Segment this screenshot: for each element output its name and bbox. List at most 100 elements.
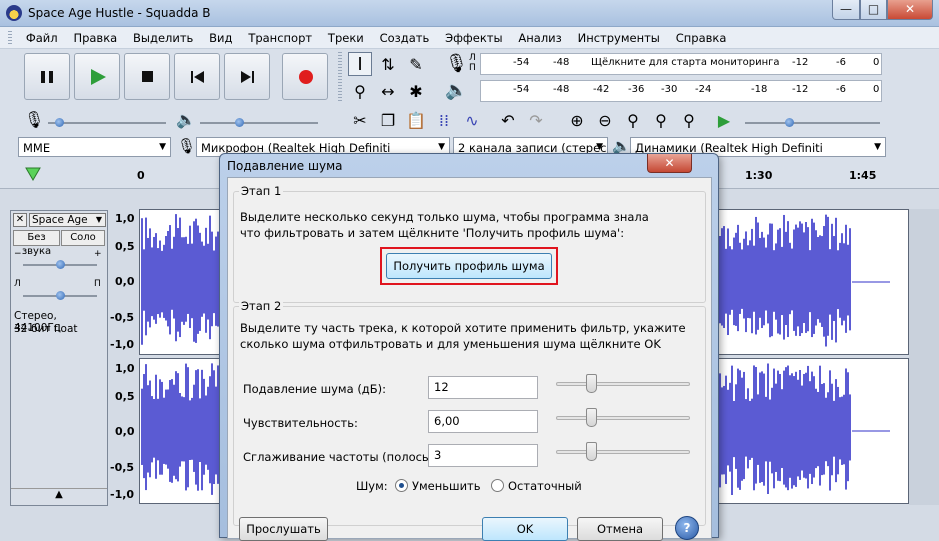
track-pan-thumb[interactable] — [56, 291, 65, 300]
menu-transport[interactable]: Транспорт — [242, 27, 318, 45]
redo-button[interactable]: ↷ — [524, 108, 548, 132]
channel-1-scale[interactable]: 1,0 0,5 0,0 -0,5 -1,0 — [110, 210, 138, 354]
track-gain-thumb[interactable] — [56, 260, 65, 269]
meter-tick: -54 — [513, 57, 530, 68]
playback-meter[interactable]: -54 -48 -42 -36 -30 -24 -18 -12 -6 0 — [480, 80, 882, 102]
menu-view[interactable]: Вид — [203, 27, 238, 45]
copy-button[interactable]: ❐ — [376, 108, 400, 132]
paste-icon: 📋 — [406, 110, 426, 130]
noise-reduction-db-input[interactable]: 12 — [428, 376, 538, 399]
zoom-tool[interactable]: ⚲ — [348, 79, 372, 103]
play-at-speed-button[interactable]: ▶ — [712, 108, 736, 132]
microphone-icon: 🎙 — [177, 137, 197, 155]
track-name-menu[interactable]: Space Age ▼ — [29, 213, 106, 227]
input-volume-thumb[interactable] — [55, 118, 64, 127]
noise-reduce-radio-label[interactable]: Уменьшить — [412, 478, 481, 494]
record-button[interactable] — [282, 53, 328, 100]
play-at-speed-icon: ▶ — [717, 110, 731, 130]
menu-help[interactable]: Справка — [670, 27, 733, 45]
frequency-smoothing-thumb[interactable] — [586, 442, 597, 461]
mute-button[interactable]: Без звука — [13, 230, 60, 257]
play-speed-thumb[interactable] — [785, 118, 794, 127]
sensitivity-thumb[interactable] — [586, 408, 597, 427]
draw-tool[interactable]: ✎ — [404, 52, 428, 76]
sensitivity-slider[interactable] — [556, 416, 690, 420]
trim-button[interactable]: ⁞⁞ — [432, 108, 456, 132]
dialog-close-button[interactable]: ✕ — [647, 154, 692, 173]
zoom-out-button[interactable]: ⊖ — [593, 108, 617, 132]
scale-label: 1,0 — [115, 212, 135, 225]
envelope-tool[interactable]: ⇅ — [376, 52, 400, 76]
zoom-toggle-button[interactable]: ⚲ — [677, 108, 701, 132]
minimize-button[interactable]: — — [832, 0, 860, 20]
paste-button[interactable]: 📋 — [404, 108, 428, 132]
pause-button[interactable] — [24, 53, 70, 100]
fit-selection-icon: ⚲ — [627, 110, 639, 130]
frequency-smoothing-input[interactable]: 3 — [428, 444, 538, 467]
skip-start-button[interactable] — [174, 53, 220, 100]
fit-selection-button[interactable]: ⚲ — [621, 108, 645, 132]
audio-host-select[interactable]: MME ▼ — [18, 137, 171, 157]
maximize-button[interactable]: □ — [860, 0, 887, 20]
pin-play-head-button[interactable] — [24, 166, 42, 187]
skip-end-button[interactable] — [224, 53, 270, 100]
preview-button[interactable]: Прослушать — [239, 517, 328, 541]
recording-meter[interactable]: -54 -48 Щёлкните для старта мониторинга … — [480, 53, 882, 75]
noise-reduction-db-thumb[interactable] — [586, 374, 597, 393]
track-close-button[interactable]: ✕ — [13, 213, 27, 227]
menu-select[interactable]: Выделить — [127, 27, 199, 45]
frequency-smoothing-slider[interactable] — [556, 450, 690, 454]
multi-tool[interactable]: ✱ — [404, 79, 428, 103]
meter-left-label: Л — [469, 53, 476, 63]
record-icon — [299, 70, 313, 84]
sensitivity-input[interactable]: 6,00 — [428, 410, 538, 433]
selection-tool[interactable]: I — [348, 52, 372, 76]
menu-generate[interactable]: Создать — [374, 27, 436, 45]
meter-right-label: П — [469, 63, 476, 73]
channel-2-scale[interactable]: 1,0 0,5 0,0 -0,5 -1,0 — [110, 360, 138, 504]
audacity-app-icon — [6, 5, 22, 21]
menu-grip — [8, 31, 12, 45]
meter-tick: -42 — [593, 84, 610, 95]
menu-edit[interactable]: Правка — [67, 27, 123, 45]
zoom-in-button[interactable]: ⊕ — [565, 108, 589, 132]
play-button[interactable] — [74, 53, 120, 100]
step-1-title: Этап 1 — [239, 184, 284, 198]
noise-residue-radio-label[interactable]: Остаточный — [508, 478, 582, 494]
step-1-text-line1: Выделите несколько секунд только шума, ч… — [240, 210, 649, 224]
collapse-track-button[interactable]: ▲ — [11, 488, 107, 504]
solo-button[interactable]: Соло — [61, 230, 105, 246]
menu-effects[interactable]: Эффекты — [439, 27, 509, 45]
help-button[interactable]: ? — [675, 516, 699, 540]
input-volume-slider[interactable] — [48, 122, 166, 124]
fit-project-button[interactable]: ⚲ — [649, 108, 673, 132]
noise-reduce-radio[interactable] — [395, 479, 408, 492]
cut-button[interactable]: ✂ — [348, 108, 372, 132]
microphone-icon[interactable]: 🎙 — [445, 53, 468, 74]
speaker-icon[interactable]: 🔈 — [445, 80, 467, 101]
menu-tracks[interactable]: Треки — [322, 27, 370, 45]
pan-left-label: Л — [14, 279, 21, 289]
menu-analyze[interactable]: Анализ — [512, 27, 567, 45]
undo-button[interactable]: ↶ — [496, 108, 520, 132]
menu-tools[interactable]: Инструменты — [572, 27, 666, 45]
noise-reduction-dialog[interactable]: Подавление шума ✕ Этап 1 Выделите нескол… — [219, 153, 719, 541]
timeline-label: 1:30 — [745, 169, 773, 182]
ok-button[interactable]: OK — [482, 517, 568, 541]
scale-label: 0,0 — [115, 425, 135, 438]
play-speed-slider[interactable] — [745, 122, 880, 124]
timeshift-tool[interactable]: ↔ — [376, 79, 400, 103]
noise-residue-radio[interactable] — [491, 479, 504, 492]
menu-file[interactable]: Файл — [20, 27, 64, 45]
noise-reduction-db-slider[interactable] — [556, 382, 690, 386]
get-noise-profile-button[interactable]: Получить профиль шума — [386, 253, 552, 279]
output-volume-slider[interactable] — [200, 122, 318, 124]
close-window-button[interactable]: ✕ — [887, 0, 933, 20]
cancel-button[interactable]: Отмена — [577, 517, 663, 541]
track-control-panel[interactable]: ✕ Space Age ▼ Без звука Соло − + Л П Стер… — [10, 210, 108, 506]
play-head-triangle-icon — [25, 167, 41, 181]
stop-button[interactable] — [124, 53, 170, 100]
output-volume-thumb[interactable] — [235, 118, 244, 127]
meter-tick: -54 — [513, 84, 530, 95]
silence-button[interactable]: ∿ — [460, 108, 484, 132]
